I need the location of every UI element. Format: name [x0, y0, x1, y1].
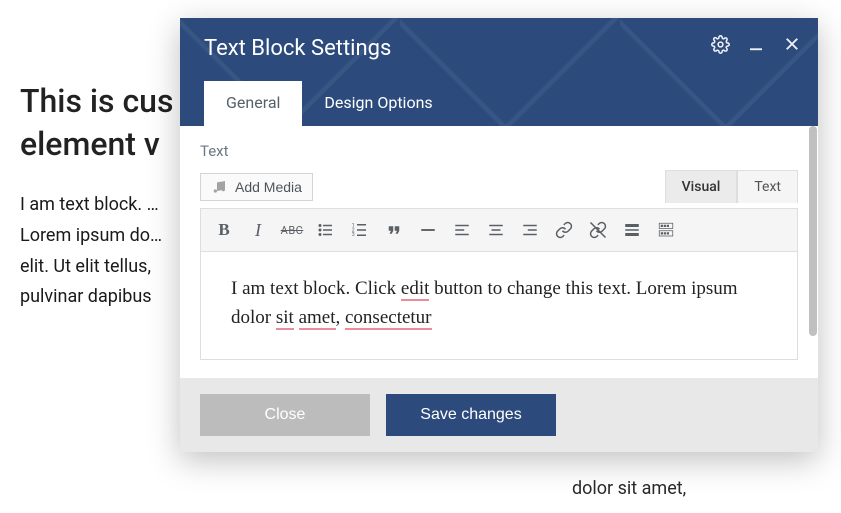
content-text: I am text block. Click: [231, 278, 401, 299]
content-text: ,: [336, 307, 346, 328]
scrollbar-thumb[interactable]: [809, 126, 817, 336]
field-label-text: Text: [200, 142, 798, 160]
window-controls: [710, 34, 802, 54]
modal-body: Text Add Media Visual Text B I ABC: [180, 126, 818, 378]
editor-toolbar: B I ABC 123: [200, 208, 798, 252]
link-button[interactable]: [549, 215, 579, 245]
paragraph-line: I am text block. …: [20, 194, 159, 215]
page-heading-line: element v: [20, 125, 160, 163]
align-left-button[interactable]: [447, 215, 477, 245]
modal-title: Text Block Settings: [204, 36, 794, 61]
blockquote-button[interactable]: [379, 215, 409, 245]
paragraph-line: pulvinar dapibus: [20, 286, 152, 307]
strikethrough-button[interactable]: ABC: [277, 215, 307, 245]
editor-mode-tabs: Visual Text: [665, 170, 798, 203]
editor-top-row: Add Media Visual Text: [200, 170, 798, 203]
tab-design-options[interactable]: Design Options: [302, 81, 454, 126]
text-block-settings-modal: Text Block Settings General: [180, 18, 818, 452]
close-icon[interactable]: [782, 34, 802, 54]
minimize-icon[interactable]: [746, 34, 766, 54]
spellcheck-word: edit: [401, 278, 430, 301]
background-bottom-text: dolor sit amet,: [572, 478, 686, 499]
mode-tab-text[interactable]: Text: [737, 170, 798, 203]
save-changes-button[interactable]: Save changes: [386, 394, 556, 436]
spellcheck-word: consectetur: [345, 307, 432, 330]
close-button[interactable]: Close: [200, 394, 370, 436]
align-right-button[interactable]: [515, 215, 545, 245]
gear-icon[interactable]: [710, 34, 730, 54]
add-media-button[interactable]: Add Media: [200, 173, 313, 201]
spellcheck-word: amet: [299, 307, 336, 330]
page-heading-line: This is cus: [20, 82, 173, 120]
horizontal-rule-button[interactable]: [413, 215, 443, 245]
modal-tabs: General Design Options: [204, 81, 794, 126]
spellcheck-word: sit: [276, 307, 294, 330]
paragraph-line: elit. Ut elit tellus,: [20, 256, 151, 277]
read-more-button[interactable]: [617, 215, 647, 245]
modal-footer: Close Save changes: [180, 378, 818, 452]
toolbar-toggle-button[interactable]: [651, 215, 681, 245]
numbered-list-button[interactable]: 123: [345, 215, 375, 245]
mode-tab-visual[interactable]: Visual: [665, 170, 738, 203]
svg-text:3: 3: [352, 232, 355, 238]
content-text: [294, 307, 299, 328]
content-text: button to change this: [429, 278, 593, 299]
add-media-label: Add Media: [235, 179, 302, 195]
paragraph-line: Lorem ipsum do…: [20, 225, 162, 246]
scrollbar[interactable]: [809, 126, 817, 378]
modal-header: Text Block Settings General: [180, 18, 818, 126]
unlink-button[interactable]: [583, 215, 613, 245]
align-center-button[interactable]: [481, 215, 511, 245]
bold-button[interactable]: B: [209, 215, 239, 245]
media-icon: [211, 179, 227, 195]
bulleted-list-button[interactable]: [311, 215, 341, 245]
editor-content-area[interactable]: I am text block. Click edit button to ch…: [200, 252, 798, 360]
tab-general[interactable]: General: [204, 81, 302, 126]
italic-button[interactable]: I: [243, 215, 273, 245]
